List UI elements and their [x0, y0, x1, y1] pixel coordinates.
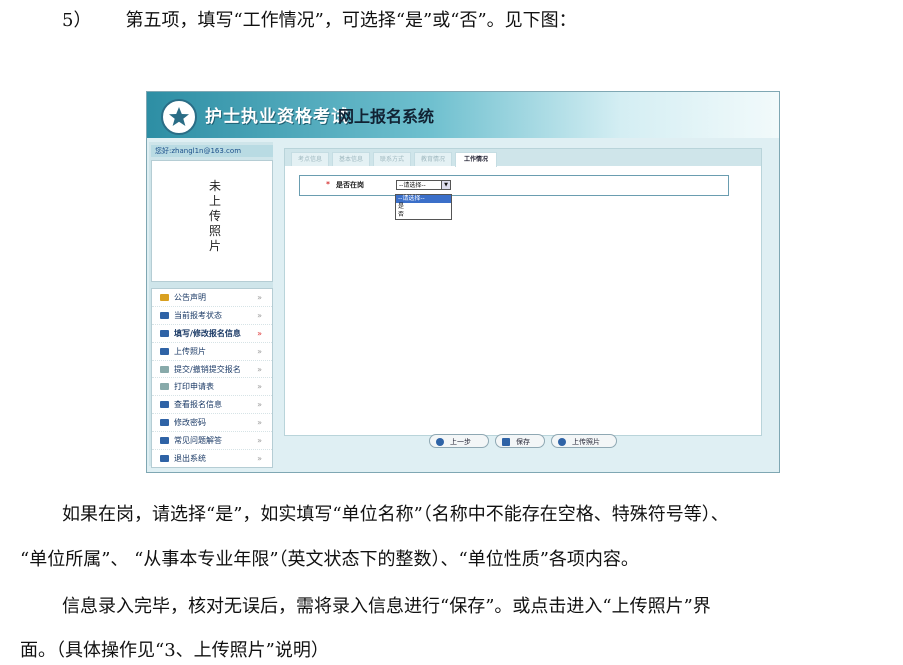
content-panel: 考点信息 基本信息 联系方式 教育情况 工作情况 * 是否在岗 --请选择-- …	[284, 148, 762, 436]
chevron-right-icon: »	[257, 436, 262, 446]
chevron-right-icon: »	[257, 346, 262, 356]
tab-work[interactable]: 工作情况	[455, 152, 497, 167]
work-status-select[interactable]: --请选择-- ▼	[396, 180, 451, 190]
chevron-right-icon: »	[257, 328, 262, 338]
upload-photo-button[interactable]: 上传照片	[551, 434, 617, 448]
body-line-3: 信息录入完毕，核对无误后，需将录入信息进行“保存”。或点击进入“上传照片”界	[62, 596, 711, 617]
chevron-down-icon[interactable]: ▼	[441, 181, 450, 189]
photo-placeholder-text: 未 上 传 照 片	[208, 179, 221, 253]
work-status-options: --请选择-- 是 否	[395, 194, 452, 220]
document-icon	[160, 383, 169, 391]
arrow-right-icon	[558, 438, 566, 446]
save-button[interactable]: 保存	[495, 434, 545, 448]
banner-title-main: 护士执业资格考试	[205, 107, 349, 127]
menu-item-password[interactable]: 修改密码»	[152, 414, 272, 433]
list-icon	[160, 329, 169, 337]
prev-button[interactable]: 上一步	[429, 434, 489, 448]
emblem-icon	[161, 99, 197, 135]
chevron-right-icon: »	[257, 454, 262, 464]
chevron-right-icon: »	[257, 400, 262, 410]
arrow-left-icon	[436, 438, 444, 446]
menu-item-announcement[interactable]: 公告声明»	[152, 289, 272, 307]
intro-line: 5） 第五项，填写“工作情况”，可选择“是”或“否”。见下图：	[62, 6, 577, 32]
intro-text: 第五项，填写“工作情况”，可选择“是”或“否”。见下图：	[125, 10, 577, 31]
action-buttons: 上一步 保存 上传照片	[429, 434, 649, 450]
menu-item-faq[interactable]: 常见问题解答»	[152, 432, 272, 451]
menu-item-view-info[interactable]: 查看报名信息»	[152, 396, 272, 415]
list-icon	[160, 437, 169, 445]
body-line-4: 面。（具体操作见“3、上传照片”说明）	[20, 640, 329, 661]
chevron-right-icon: »	[257, 293, 262, 302]
option-placeholder[interactable]: --请选择--	[396, 195, 451, 203]
tab-exam-site[interactable]: 考点信息	[291, 152, 329, 166]
user-greeting: 您好:zhangl1n@163.com	[151, 145, 273, 157]
step-number: 5）	[62, 10, 92, 31]
banner: 护士执业资格考试 网上报名系统	[147, 92, 779, 138]
house-icon	[160, 294, 169, 301]
list-icon	[160, 401, 169, 409]
menu-item-logout[interactable]: 退出系统»	[152, 450, 272, 467]
tab-education[interactable]: 教育情况	[414, 152, 452, 166]
work-status-row: * 是否在岗 --请选择-- ▼	[299, 175, 729, 196]
option-yes[interactable]: 是	[396, 203, 451, 211]
menu-item-print[interactable]: 打印申请表»	[152, 378, 272, 397]
banner-title-sub: 网上报名系统	[338, 107, 435, 126]
required-mark: *	[326, 180, 330, 189]
work-status-label: 是否在岗	[336, 181, 364, 189]
list-icon	[160, 419, 169, 427]
photo-placeholder: 未 上 传 照 片	[151, 160, 273, 282]
option-no[interactable]: 否	[396, 211, 451, 219]
chevron-right-icon: »	[257, 382, 262, 392]
body-line-1: 如果在岗，请选择“是”，如实填写“单位名称”（名称中不能存在空格、特殊符号等）、	[62, 504, 729, 525]
tab-basic-info[interactable]: 基本信息	[332, 152, 370, 166]
list-icon	[160, 455, 169, 463]
system-screenshot: 护士执业资格考试 网上报名系统 您好:zhangl1n@163.com 未 上 …	[146, 91, 780, 473]
side-menu: 公告声明» 当前报考状态» 填写/修改报名信息» 上传照片» 提交/撤销提交报名…	[151, 288, 273, 468]
tab-contact[interactable]: 联系方式	[373, 152, 411, 166]
list-icon	[160, 347, 169, 355]
list-icon	[160, 311, 169, 319]
menu-item-edit-info[interactable]: 填写/修改报名信息»	[152, 325, 272, 343]
body-line-2: “单位所属”、 “从事本专业年限”（英文状态下的整数）、“单位性质”各项内容。	[20, 549, 639, 570]
tab-bar: 考点信息 基本信息 联系方式 教育情况 工作情况	[285, 149, 761, 167]
document-icon	[160, 365, 169, 373]
menu-item-status[interactable]: 当前报考状态»	[152, 307, 272, 325]
menu-item-submit[interactable]: 提交/撤销提交报名»	[152, 361, 272, 379]
chevron-right-icon: »	[257, 418, 262, 428]
chevron-right-icon: »	[257, 364, 262, 374]
chevron-right-icon: »	[257, 310, 262, 320]
floppy-icon	[502, 438, 510, 446]
menu-item-upload-photo[interactable]: 上传照片»	[152, 343, 272, 361]
